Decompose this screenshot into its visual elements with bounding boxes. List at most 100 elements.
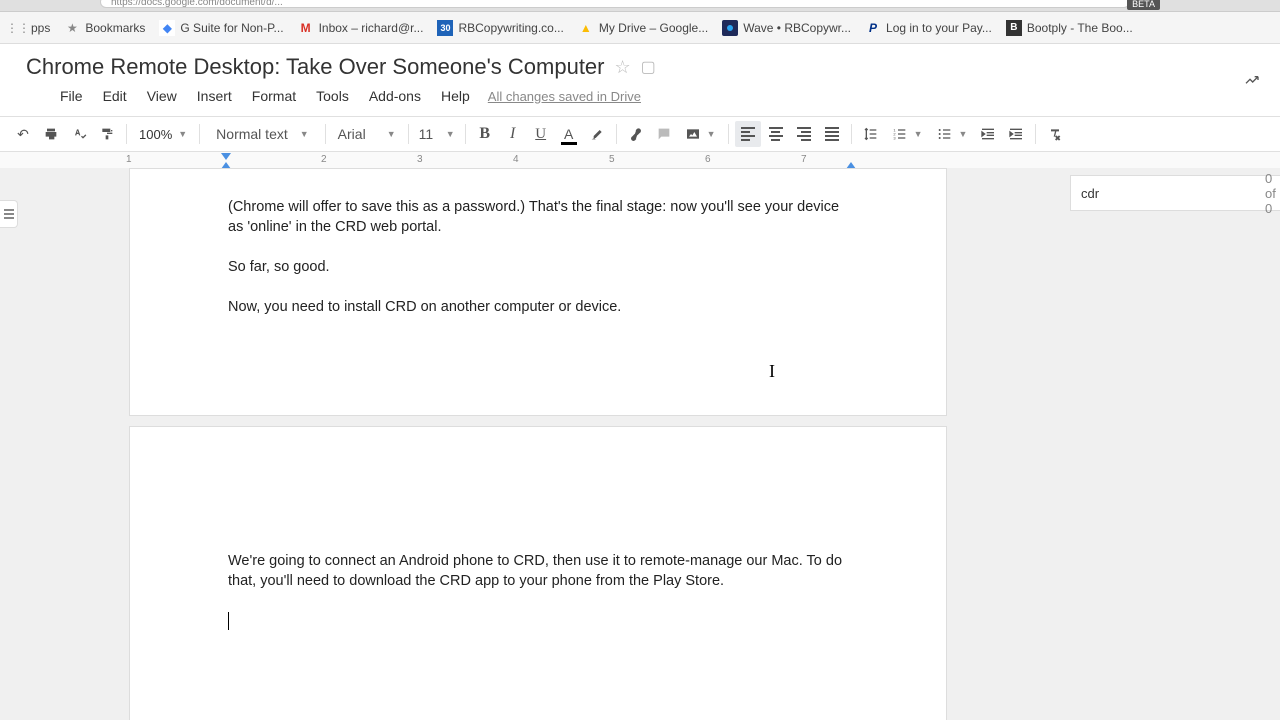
print-button[interactable] xyxy=(38,121,64,147)
bookmark-drive[interactable]: ▲ My Drive – Google... xyxy=(574,17,712,39)
font-value: Arial xyxy=(338,126,366,142)
apps-label: pps xyxy=(31,21,50,35)
paypal-icon: P xyxy=(865,20,881,36)
beta-badge: BETA xyxy=(1127,0,1160,10)
star-icon: ★ xyxy=(64,20,80,36)
menu-addons[interactable]: Add-ons xyxy=(359,84,431,108)
gmail-icon: M xyxy=(298,20,314,36)
ruler-mark-5: 5 xyxy=(609,154,615,165)
zoom-value: 100% xyxy=(139,127,172,142)
paragraph[interactable] xyxy=(228,611,848,631)
highlight-button[interactable] xyxy=(584,121,610,147)
bookmarks-button[interactable]: ★ Bookmarks xyxy=(60,17,149,39)
wave-icon xyxy=(722,20,738,36)
size-value: 11 xyxy=(419,126,434,142)
menu-format[interactable]: Format xyxy=(242,84,306,108)
address-bar[interactable]: https://docs.google.com/document/d/... xyxy=(100,0,1130,8)
chevron-down-icon: ▼ xyxy=(959,129,968,139)
bookmark-label: My Drive – Google... xyxy=(599,21,708,35)
bulleted-list-button[interactable]: ▼ xyxy=(931,121,974,147)
spellcheck-button[interactable] xyxy=(66,121,92,147)
doc-title[interactable]: Chrome Remote Desktop: Take Over Someone… xyxy=(26,54,605,80)
indent-increase-icon xyxy=(1008,126,1024,142)
align-right-icon xyxy=(797,125,811,143)
comment-button[interactable] xyxy=(651,121,677,147)
link-button[interactable] xyxy=(623,121,649,147)
line-spacing-button[interactable] xyxy=(858,121,884,147)
paragraph[interactable]: So far, so good. xyxy=(228,257,848,277)
outline-icon xyxy=(4,213,14,215)
underline-button[interactable]: U xyxy=(528,121,554,147)
chevron-down-icon: ▼ xyxy=(914,129,923,139)
document-page[interactable]: (Chrome will offer to save this as a pas… xyxy=(129,168,947,416)
bookmark-inbox[interactable]: M Inbox – richard@r... xyxy=(294,17,428,39)
rbc-icon: 30 xyxy=(437,20,453,36)
menu-file[interactable]: File xyxy=(50,84,93,108)
bookmark-rbc[interactable]: 30 RBCopywriting.co... xyxy=(433,17,567,39)
menu-bar: File Edit View Insert Format Tools Add-o… xyxy=(26,80,1280,116)
zoom-dropdown[interactable]: 100% ▼ xyxy=(133,121,193,147)
menu-tools[interactable]: Tools xyxy=(306,84,359,108)
clear-format-icon xyxy=(1047,126,1063,142)
align-right-button[interactable] xyxy=(791,121,817,147)
font-size-dropdown[interactable]: 11 ▼ xyxy=(415,121,459,147)
bookmark-gsuite[interactable]: ◆ G Suite for Non-P... xyxy=(155,17,287,39)
align-center-button[interactable] xyxy=(763,121,789,147)
bookmark-label: Bootply - The Boo... xyxy=(1027,21,1133,35)
separator xyxy=(465,124,466,144)
image-button[interactable]: ▼ xyxy=(679,121,722,147)
indent-marker-first[interactable] xyxy=(221,153,231,160)
ruler-mark-1: 1 xyxy=(126,154,132,165)
text-color-button[interactable]: A xyxy=(556,121,582,147)
doc-header: Chrome Remote Desktop: Take Over Someone… xyxy=(0,44,1280,116)
bookmark-bootply[interactable]: B Bootply - The Boo... xyxy=(1002,17,1137,39)
chevron-down-icon: ▼ xyxy=(446,129,455,139)
paragraph[interactable]: We're going to connect an Android phone … xyxy=(228,551,848,591)
find-input[interactable] xyxy=(1081,186,1257,201)
styles-dropdown[interactable]: Normal text ▼ xyxy=(206,121,319,147)
ruler-mark-2: 2 xyxy=(321,154,327,165)
decrease-indent-button[interactable] xyxy=(975,121,1001,147)
activity-icon[interactable] xyxy=(1244,72,1260,93)
bold-button[interactable]: B xyxy=(472,121,498,147)
apps-button[interactable]: ⋮⋮ pps xyxy=(6,17,54,39)
ruler-mark-3: 3 xyxy=(417,154,423,165)
menu-edit[interactable]: Edit xyxy=(93,84,137,108)
ruler-mark-7: 7 xyxy=(801,154,807,165)
move-folder-icon[interactable]: ▢ xyxy=(641,57,656,77)
link-icon xyxy=(628,126,644,142)
font-dropdown[interactable]: Arial ▼ xyxy=(332,121,402,147)
spellcheck-icon xyxy=(71,126,87,142)
toolbar: ↶ 100% ▼ Normal text ▼ Arial ▼ 11 ▼ B I … xyxy=(0,116,1280,152)
undo-button[interactable]: ↶ xyxy=(10,121,36,147)
highlight-icon xyxy=(589,126,605,142)
chevron-down-icon: ▼ xyxy=(707,129,716,139)
gsuite-icon: ◆ xyxy=(159,20,175,36)
paragraph[interactable]: Now, you need to install CRD on another … xyxy=(228,297,848,317)
separator xyxy=(199,124,200,144)
bookmark-label: RBCopywriting.co... xyxy=(458,21,563,35)
menu-view[interactable]: View xyxy=(137,84,187,108)
menu-insert[interactable]: Insert xyxy=(187,84,242,108)
bookmark-paypal[interactable]: P Log in to your Pay... xyxy=(861,17,996,39)
chevron-down-icon: ▼ xyxy=(387,129,396,139)
image-icon xyxy=(685,126,701,142)
paint-format-button[interactable] xyxy=(94,121,120,147)
chevron-down-icon: ▼ xyxy=(300,129,309,139)
clear-formatting-button[interactable] xyxy=(1042,121,1068,147)
bookmark-wave[interactable]: Wave • RBCopywr... xyxy=(718,17,855,39)
save-status[interactable]: All changes saved in Drive xyxy=(488,89,641,104)
align-left-button[interactable] xyxy=(735,121,761,147)
numbered-list-button[interactable]: 123 ▼ xyxy=(886,121,929,147)
align-center-icon xyxy=(769,125,783,143)
separator xyxy=(126,124,127,144)
document-page[interactable]: We're going to connect an Android phone … xyxy=(129,426,947,720)
paragraph[interactable]: (Chrome will offer to save this as a pas… xyxy=(228,197,848,237)
numbered-list-icon: 123 xyxy=(892,126,908,142)
align-justify-button[interactable] xyxy=(819,121,845,147)
italic-button[interactable]: I xyxy=(500,121,526,147)
increase-indent-button[interactable] xyxy=(1003,121,1029,147)
menu-help[interactable]: Help xyxy=(431,84,480,108)
star-document-icon[interactable]: ☆ xyxy=(615,57,631,78)
outline-tab[interactable] xyxy=(0,200,18,228)
